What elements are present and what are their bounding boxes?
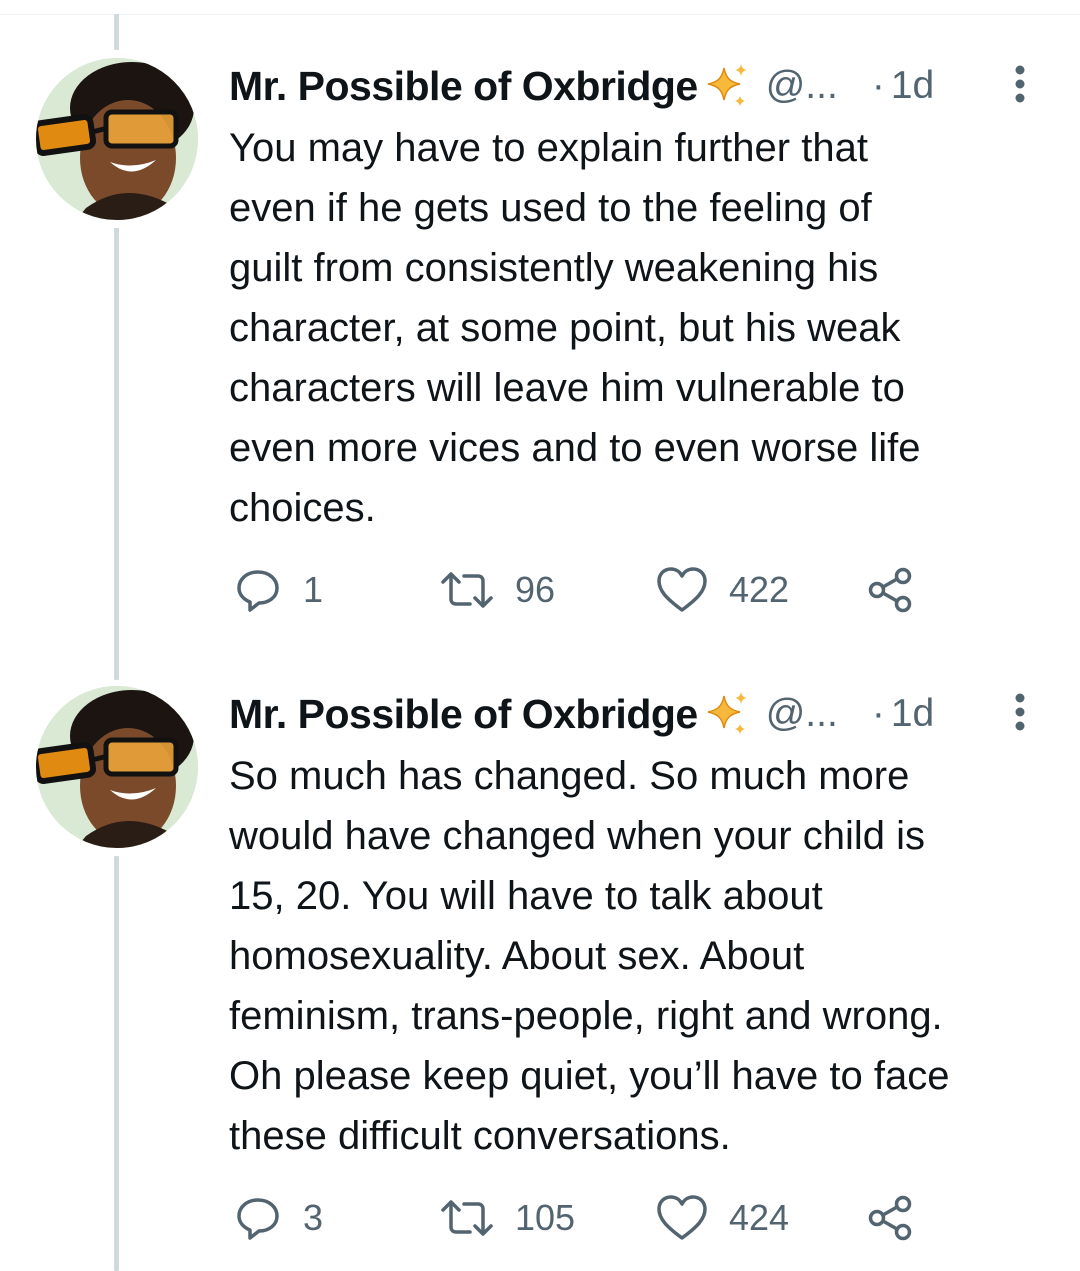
reply-count: 1	[303, 569, 324, 610]
retweet-button[interactable]: 96	[439, 560, 555, 620]
separator-dot: ·	[871, 64, 885, 107]
display-name[interactable]: Mr. Possible of Oxbridge	[229, 686, 698, 742]
timestamp[interactable]: 1d	[891, 686, 934, 742]
timestamp[interactable]: 1d	[891, 58, 934, 114]
tweet[interactable]: Mr. Possible of Oxbridge @... · 1d So mu…	[0, 686, 1080, 1271]
reply-count: 3	[303, 1197, 324, 1238]
tweet-header: Mr. Possible of Oxbridge @... · 1d	[229, 686, 1059, 742]
handle[interactable]: @...	[766, 686, 838, 742]
tweet-text: So much has changed. So much more would …	[229, 754, 950, 1158]
tweet-header: Mr. Possible of Oxbridge @... · 1d	[229, 58, 1059, 114]
like-button[interactable]: 422	[655, 560, 789, 620]
share-icon	[868, 567, 912, 613]
share-button[interactable]	[865, 1188, 915, 1248]
like-count: 422	[729, 569, 790, 610]
retweet-button[interactable]: 105	[439, 1188, 575, 1248]
like-icon	[657, 567, 707, 612]
reply-button[interactable]: 3	[233, 1188, 323, 1248]
tweet-actions: 1 96 422	[229, 560, 949, 620]
reply-icon	[237, 1198, 279, 1240]
share-icon	[868, 1195, 912, 1241]
like-icon	[657, 1195, 707, 1240]
tweet-text: You may have to explain further that eve…	[229, 126, 921, 530]
avatar[interactable]	[36, 58, 198, 220]
tweet[interactable]: Mr. Possible of Oxbridge @... · 1d You m…	[0, 58, 1080, 658]
retweet-icon	[441, 1200, 493, 1236]
reply-button[interactable]: 1	[233, 560, 323, 620]
like-count: 424	[729, 1197, 790, 1238]
handle[interactable]: @...	[766, 58, 838, 114]
reply-icon	[237, 570, 279, 612]
sparkles-icon	[700, 60, 752, 112]
like-button[interactable]: 424	[655, 1188, 789, 1248]
sparkles-icon	[700, 688, 752, 740]
thread-line-top	[114, 14, 119, 50]
separator-dot: ·	[871, 692, 885, 735]
retweet-count: 96	[515, 569, 556, 610]
retweet-icon	[441, 572, 493, 608]
retweet-count: 105	[515, 1197, 576, 1238]
avatar[interactable]	[36, 686, 198, 848]
display-name[interactable]: Mr. Possible of Oxbridge	[229, 58, 698, 114]
top-divider	[0, 14, 1080, 15]
tweet-actions: 3 105 424	[229, 1188, 949, 1248]
more-options-icon[interactable]	[1010, 690, 1030, 734]
share-button[interactable]	[865, 560, 915, 620]
more-options-icon[interactable]	[1010, 62, 1030, 106]
